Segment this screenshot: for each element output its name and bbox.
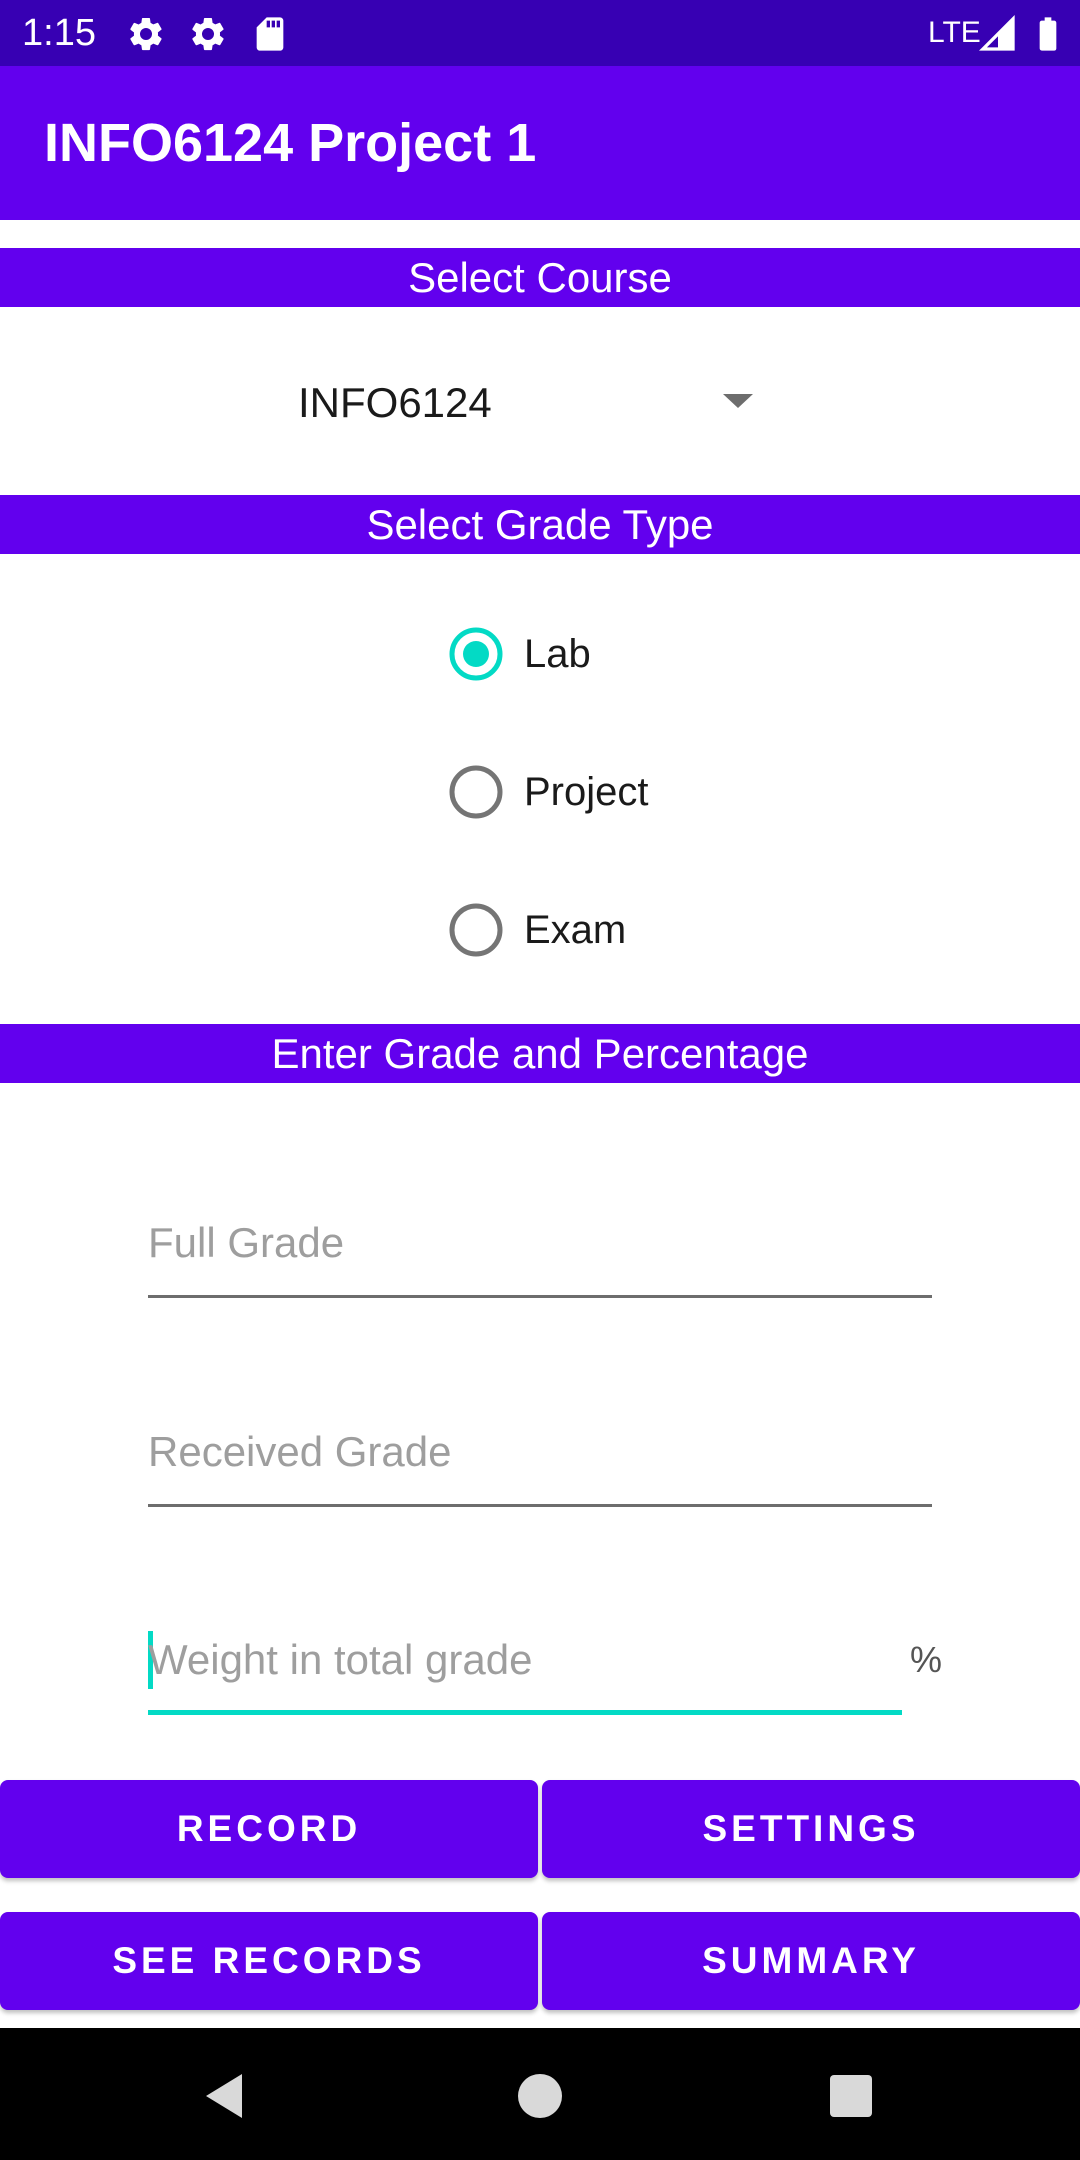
recents-icon[interactable] bbox=[823, 2068, 879, 2124]
app-title: INFO6124 Project 1 bbox=[44, 113, 537, 173]
back-icon[interactable] bbox=[198, 2068, 254, 2124]
section-header-grade-type: Select Grade Type bbox=[0, 495, 1080, 554]
section-header-course: Select Course bbox=[0, 248, 1080, 307]
sd-card-icon bbox=[256, 17, 284, 51]
home-icon[interactable] bbox=[512, 2068, 568, 2124]
received-grade-underline bbox=[148, 1504, 932, 1507]
radio-lab[interactable]: Lab bbox=[448, 614, 708, 694]
record-button[interactable]: RECORD bbox=[0, 1780, 538, 1878]
section-header-grade-entry: Enter Grade and Percentage bbox=[0, 1024, 1080, 1083]
weight-input[interactable] bbox=[148, 1605, 902, 1715]
gear-icon bbox=[192, 17, 224, 51]
course-spinner-value: INFO6124 bbox=[298, 379, 492, 426]
settings-button[interactable]: SETTINGS bbox=[542, 1780, 1080, 1878]
see-records-button[interactable]: SEE RECORDS bbox=[0, 1912, 538, 2010]
weight-underline bbox=[148, 1710, 902, 1715]
percent-suffix: % bbox=[910, 1639, 943, 1680]
radio-exam[interactable]: Exam bbox=[448, 890, 708, 970]
radio-project[interactable]: Project bbox=[448, 752, 708, 832]
gear-icon bbox=[130, 17, 162, 51]
full-grade-underline bbox=[148, 1295, 932, 1298]
weight-field[interactable]: % bbox=[148, 1605, 942, 1715]
radio-unchecked-icon[interactable] bbox=[448, 902, 504, 958]
radio-label-lab: Lab bbox=[524, 632, 591, 676]
radio-unchecked-icon[interactable] bbox=[448, 764, 504, 820]
radio-label-exam: Exam bbox=[524, 908, 627, 952]
summary-button[interactable]: SUMMARY bbox=[542, 1912, 1080, 2010]
dropdown-arrow-icon bbox=[723, 394, 753, 408]
navigation-bar bbox=[0, 2028, 1080, 2160]
radio-label-project: Project bbox=[524, 770, 649, 814]
status-time: 1:15 bbox=[22, 12, 96, 54]
network-type: LTE bbox=[928, 16, 981, 49]
received-grade-field[interactable] bbox=[148, 1397, 932, 1507]
full-grade-input[interactable] bbox=[148, 1188, 932, 1298]
app-bar: INFO6124 Project 1 bbox=[0, 66, 1080, 220]
course-spinner[interactable]: INFO6124 bbox=[270, 360, 790, 446]
signal-icon bbox=[978, 14, 1015, 51]
radio-checked-icon[interactable] bbox=[448, 626, 504, 682]
received-grade-input[interactable] bbox=[148, 1397, 932, 1507]
status-bar: 1:15 LTE bbox=[0, 0, 1080, 66]
full-grade-field[interactable] bbox=[148, 1188, 932, 1298]
battery-icon bbox=[1039, 17, 1057, 51]
